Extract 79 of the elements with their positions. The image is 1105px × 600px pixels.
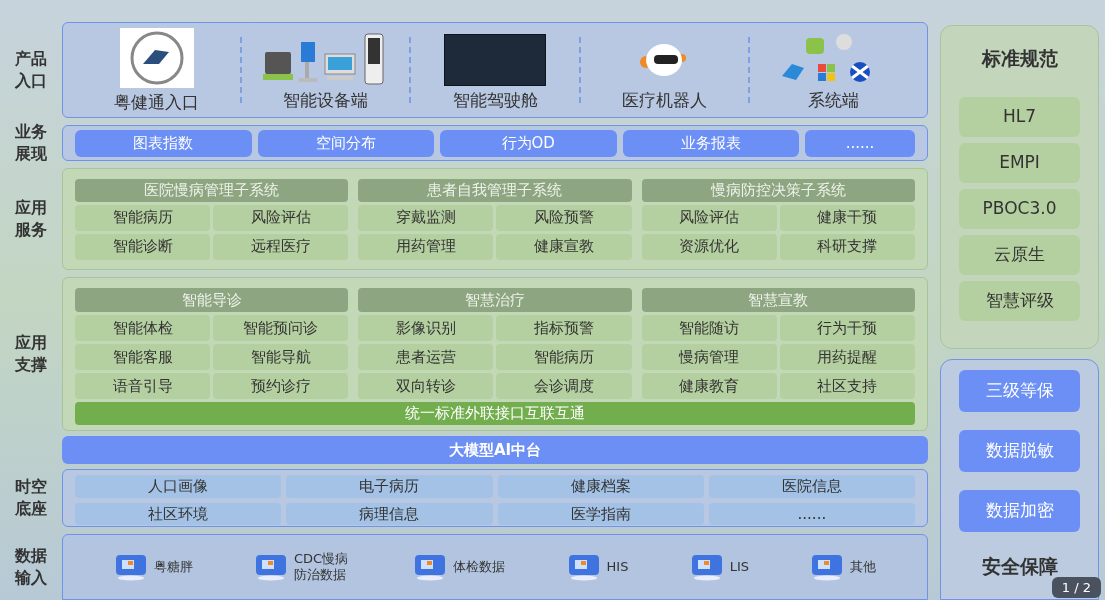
function-cell: 远程医疗 — [213, 233, 349, 260]
data-source-label: 体检数据 — [453, 559, 506, 575]
data-cell: 社区环境 — [75, 502, 282, 525]
database-monitor-icon — [566, 553, 601, 581]
row-label: 产品入口 — [14, 48, 48, 92]
function-cell: 科研支撑 — [779, 233, 915, 260]
function-cell: 影像识别 — [358, 315, 494, 341]
function-cell: 智能体检 — [75, 315, 211, 341]
data-source-label: CDC慢病防治数据 — [293, 551, 350, 583]
function-cell: 风险评估 — [213, 204, 349, 231]
standards-title: 标准规范 — [981, 46, 1058, 71]
ai-platform-bar: 大模型AI中台 — [62, 436, 928, 464]
function-cell: 预约诊疗 — [213, 373, 349, 399]
function-cell: 智能导航 — [213, 344, 349, 370]
subsystem-title: 医院慢病管理子系统 — [75, 179, 349, 202]
group-title: 智慧宣教 — [641, 288, 915, 312]
function-cell: 风险评估 — [641, 204, 777, 231]
subsystem-title: 患者自我管理子系统 — [358, 179, 632, 202]
interface-bar: 统一标准外联接口互联互通 — [75, 402, 915, 425]
standard-item: PBOC3.0 — [959, 188, 1080, 229]
function-cell: 资源优化 — [641, 233, 777, 260]
function-cell: 指标预警 — [496, 315, 632, 341]
function-cell: 社区支持 — [779, 373, 915, 399]
data-source-label: HIS — [606, 559, 629, 575]
function-cell: 智能预问诊 — [213, 315, 349, 341]
function-cell: 智能随访 — [641, 315, 777, 341]
product-entry-label[interactable]: 系统端 — [807, 87, 859, 113]
data-source-label: LIS — [729, 559, 750, 575]
data-source-label: 其他 — [850, 559, 877, 575]
row-label: 应用支撑 — [14, 332, 48, 376]
data-cell: 医学指南 — [497, 502, 704, 525]
standard-item: 智慧评级 — [959, 280, 1080, 321]
function-cell: 穿戴监测 — [358, 204, 494, 231]
group-title: 智慧治疗 — [358, 288, 632, 312]
function-cell: 用药管理 — [358, 233, 494, 260]
data-cell: 健康档案 — [497, 475, 704, 498]
row-label: 应用服务 — [14, 197, 48, 241]
product-entry-label[interactable]: 智能驾驶舱 — [452, 87, 538, 113]
database-monitor-icon — [253, 553, 288, 581]
function-cell: 双向转诊 — [358, 373, 494, 399]
function-cell: 慢病管理 — [641, 344, 777, 370]
function-cell: 行为干预 — [779, 315, 915, 341]
security-item: 三级等保 — [959, 370, 1080, 412]
product-entry-label[interactable]: 粤健通入口 — [114, 89, 200, 115]
function-cell: 用药提醒 — [779, 344, 915, 370]
product-entry-label[interactable]: 医疗机器人 — [621, 87, 707, 113]
security-title: 安全保障 — [981, 554, 1058, 579]
data-cell: 病理信息 — [286, 502, 493, 525]
function-cell: 智能诊断 — [75, 233, 211, 260]
database-monitor-icon — [689, 553, 724, 581]
function-cell: 语音引导 — [75, 373, 211, 399]
standard-item: HL7 — [959, 96, 1080, 137]
function-cell: 会诊调度 — [496, 373, 632, 399]
database-monitor-icon — [810, 553, 845, 581]
data-cell: 医院信息 — [708, 475, 915, 498]
row-label: 业务展现 — [14, 121, 48, 165]
product-entry-label[interactable]: 智能设备端 — [283, 87, 369, 113]
group-title: 智能导诊 — [75, 288, 349, 312]
security-item: 数据脱敏 — [959, 430, 1080, 472]
standard-item: EMPI — [959, 142, 1080, 183]
row-label: 数据输入 — [13, 545, 48, 589]
data-cell: ...... — [708, 502, 915, 525]
function-cell: 智能病历 — [75, 204, 211, 231]
function-cell: 健康教育 — [641, 373, 777, 399]
function-cell: 健康宣教 — [496, 233, 632, 260]
row-label: 时空底座 — [14, 476, 48, 520]
database-monitor-icon — [413, 553, 448, 581]
function-cell: 智能客服 — [75, 344, 211, 370]
security-item: 数据加密 — [959, 490, 1080, 532]
data-cell: 人口画像 — [75, 475, 282, 498]
function-cell: 患者运营 — [358, 344, 494, 370]
function-cell: 风险预警 — [496, 204, 632, 231]
data-source-label: 粤糖胖 — [153, 559, 193, 575]
data-cell: 电子病历 — [286, 475, 493, 498]
standard-item: 云原生 — [959, 234, 1080, 275]
function-cell: 智能病历 — [496, 344, 632, 370]
function-cell: 健康干预 — [779, 204, 915, 231]
subsystem-title: 慢病防控决策子系统 — [641, 179, 915, 202]
database-monitor-icon — [113, 553, 148, 581]
